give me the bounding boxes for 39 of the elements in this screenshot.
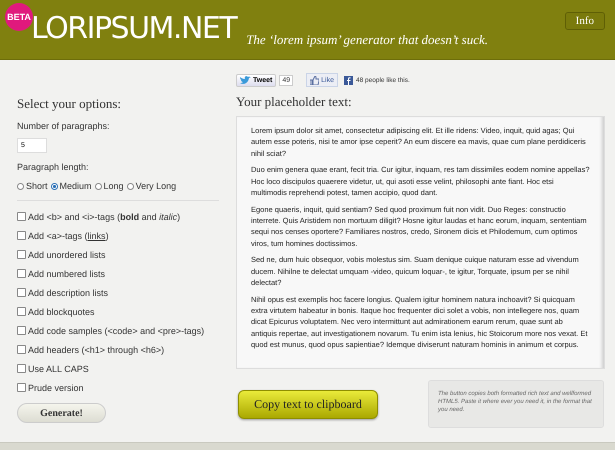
output-heading: Your placeholder text: bbox=[236, 94, 353, 110]
checkbox[interactable] bbox=[17, 345, 26, 354]
facebook-icon bbox=[344, 76, 353, 84]
options-heading: Select your options: bbox=[17, 96, 122, 112]
option-label: Add <b> and <i>-tags (bold and italic) bbox=[28, 212, 180, 222]
checkbox[interactable] bbox=[17, 326, 26, 335]
length-radio[interactable]: Short bbox=[17, 181, 48, 191]
paragraphs-label: Number of paragraphs: bbox=[17, 121, 111, 131]
info-button[interactable]: Info bbox=[564, 12, 605, 30]
option-label: Add code samples (<code> and <pre>-tags) bbox=[28, 326, 204, 336]
links-link[interactable]: links bbox=[88, 230, 106, 240]
checkbox[interactable] bbox=[17, 383, 26, 392]
checkbox[interactable] bbox=[17, 269, 26, 278]
option-label: Add description lists bbox=[28, 288, 108, 298]
checkbox[interactable] bbox=[17, 212, 26, 221]
option-label: Add numbered lists bbox=[28, 268, 106, 278]
bird-icon bbox=[240, 76, 251, 84]
option-label: Add <a>-tags (links) bbox=[28, 230, 109, 240]
placeholder-text-box[interactable] bbox=[236, 116, 605, 369]
length-radio[interactable]: Very Long bbox=[126, 181, 176, 191]
length-radio[interactable]: Long bbox=[94, 181, 124, 191]
checkbox[interactable] bbox=[17, 231, 26, 240]
option-label: Use ALL CAPS bbox=[28, 364, 89, 374]
option-label: Add blockquotes bbox=[28, 306, 95, 316]
length-radio[interactable]: Medium bbox=[50, 181, 92, 191]
checkbox[interactable] bbox=[17, 288, 26, 297]
length-label: Paragraph length: bbox=[17, 162, 90, 172]
thumbs-up-icon bbox=[310, 76, 320, 84]
site-logo[interactable]: LORIPSUM.NET bbox=[31, 8, 236, 50]
checkbox[interactable] bbox=[17, 250, 26, 259]
option-label: Add unordered lists bbox=[28, 250, 106, 260]
option-label: Prude version bbox=[28, 382, 84, 392]
beta-badge: BETA bbox=[5, 3, 33, 31]
tagline: The ‘lorem ipsum’ generator that doesn’t suck. bbox=[246, 32, 488, 48]
checkbox[interactable] bbox=[17, 307, 26, 316]
checkbox[interactable] bbox=[17, 364, 26, 373]
generate-button[interactable]: Generate! bbox=[17, 403, 106, 423]
option-label: Add headers (<h1> through <h6>) bbox=[28, 344, 164, 354]
copy-button[interactable]: Copy text to clipboard bbox=[238, 390, 378, 418]
